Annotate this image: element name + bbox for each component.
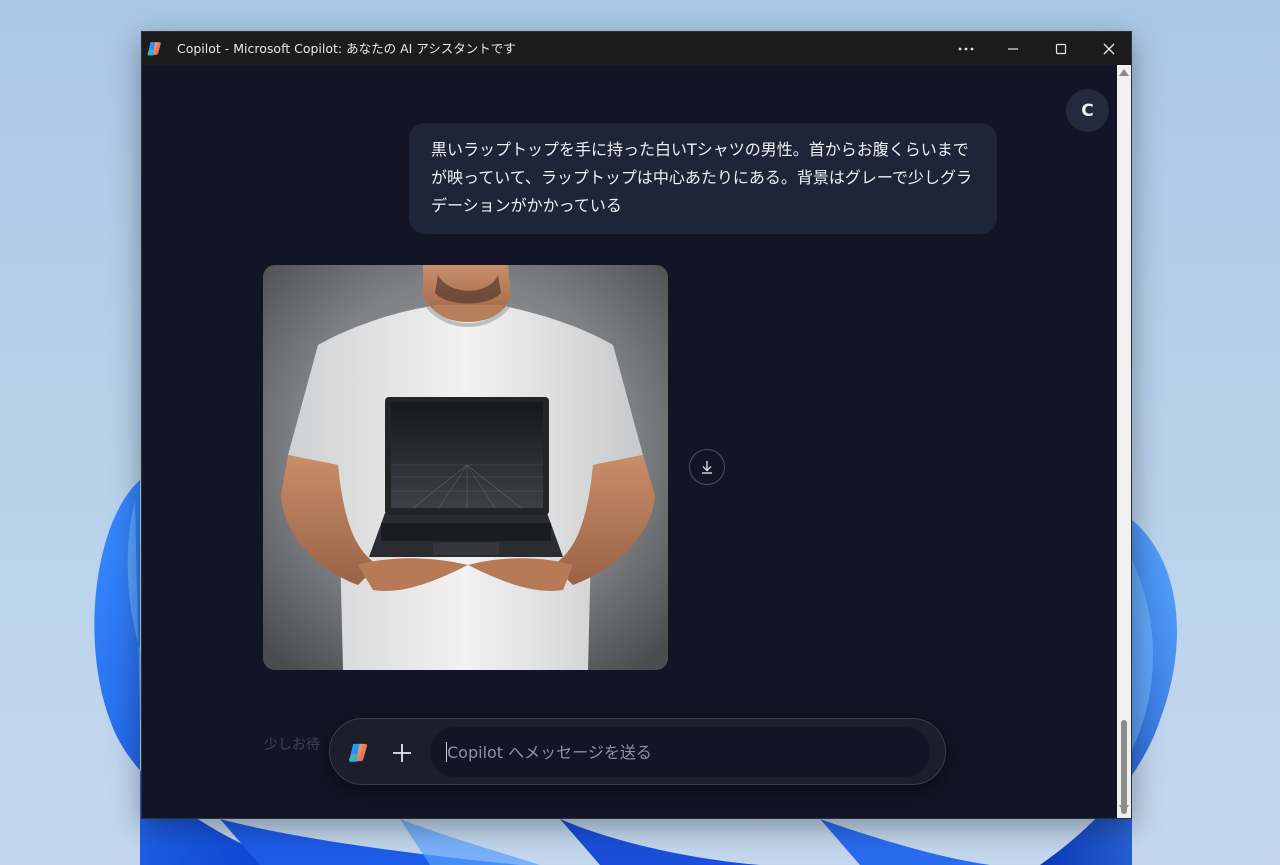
more-options-button[interactable] [942, 32, 990, 65]
man-holding-laptop-image[interactable] [263, 265, 668, 670]
minimize-icon [1008, 47, 1018, 50]
message-input-container [430, 727, 930, 777]
window-title: Copilot - Microsoft Copilot: あなたの AI アシス… [177, 41, 516, 56]
copilot-logo-icon[interactable] [347, 741, 370, 764]
scrollbar[interactable] [1117, 65, 1131, 818]
close-button[interactable] [1085, 32, 1133, 65]
maximize-button[interactable] [1037, 32, 1085, 65]
more-icon [958, 47, 974, 50]
chat-area: C 黒いラップトップを手に持った白いTシャツの男性。首からお腹くらいまでが映って… [142, 65, 1118, 818]
download-icon [702, 461, 712, 474]
copilot-logo-icon [147, 42, 161, 56]
scroll-up-icon[interactable] [1119, 69, 1129, 76]
user-message-bubble: 黒いラップトップを手に持った白いTシャツの男性。首からお腹くらいまでが映っていて… [409, 123, 997, 234]
message-composer [329, 718, 946, 785]
avatar[interactable]: C [1066, 89, 1109, 132]
text-caret [446, 742, 447, 762]
minimize-button[interactable] [989, 32, 1037, 65]
maximize-icon [1055, 43, 1067, 54]
download-image-button[interactable] [689, 449, 725, 485]
scroll-thumb[interactable] [1121, 720, 1127, 814]
copilot-window: Copilot - Microsoft Copilot: あなたの AI アシス… [141, 31, 1132, 819]
add-attachment-button[interactable] [387, 738, 417, 768]
status-text: 少しお待 [264, 737, 320, 753]
title-bar[interactable]: Copilot - Microsoft Copilot: あなたの AI アシス… [142, 32, 1131, 65]
scroll-down-icon[interactable] [1119, 805, 1129, 812]
message-input[interactable] [430, 727, 930, 777]
close-icon [1103, 43, 1115, 54]
plus-icon [393, 744, 411, 762]
